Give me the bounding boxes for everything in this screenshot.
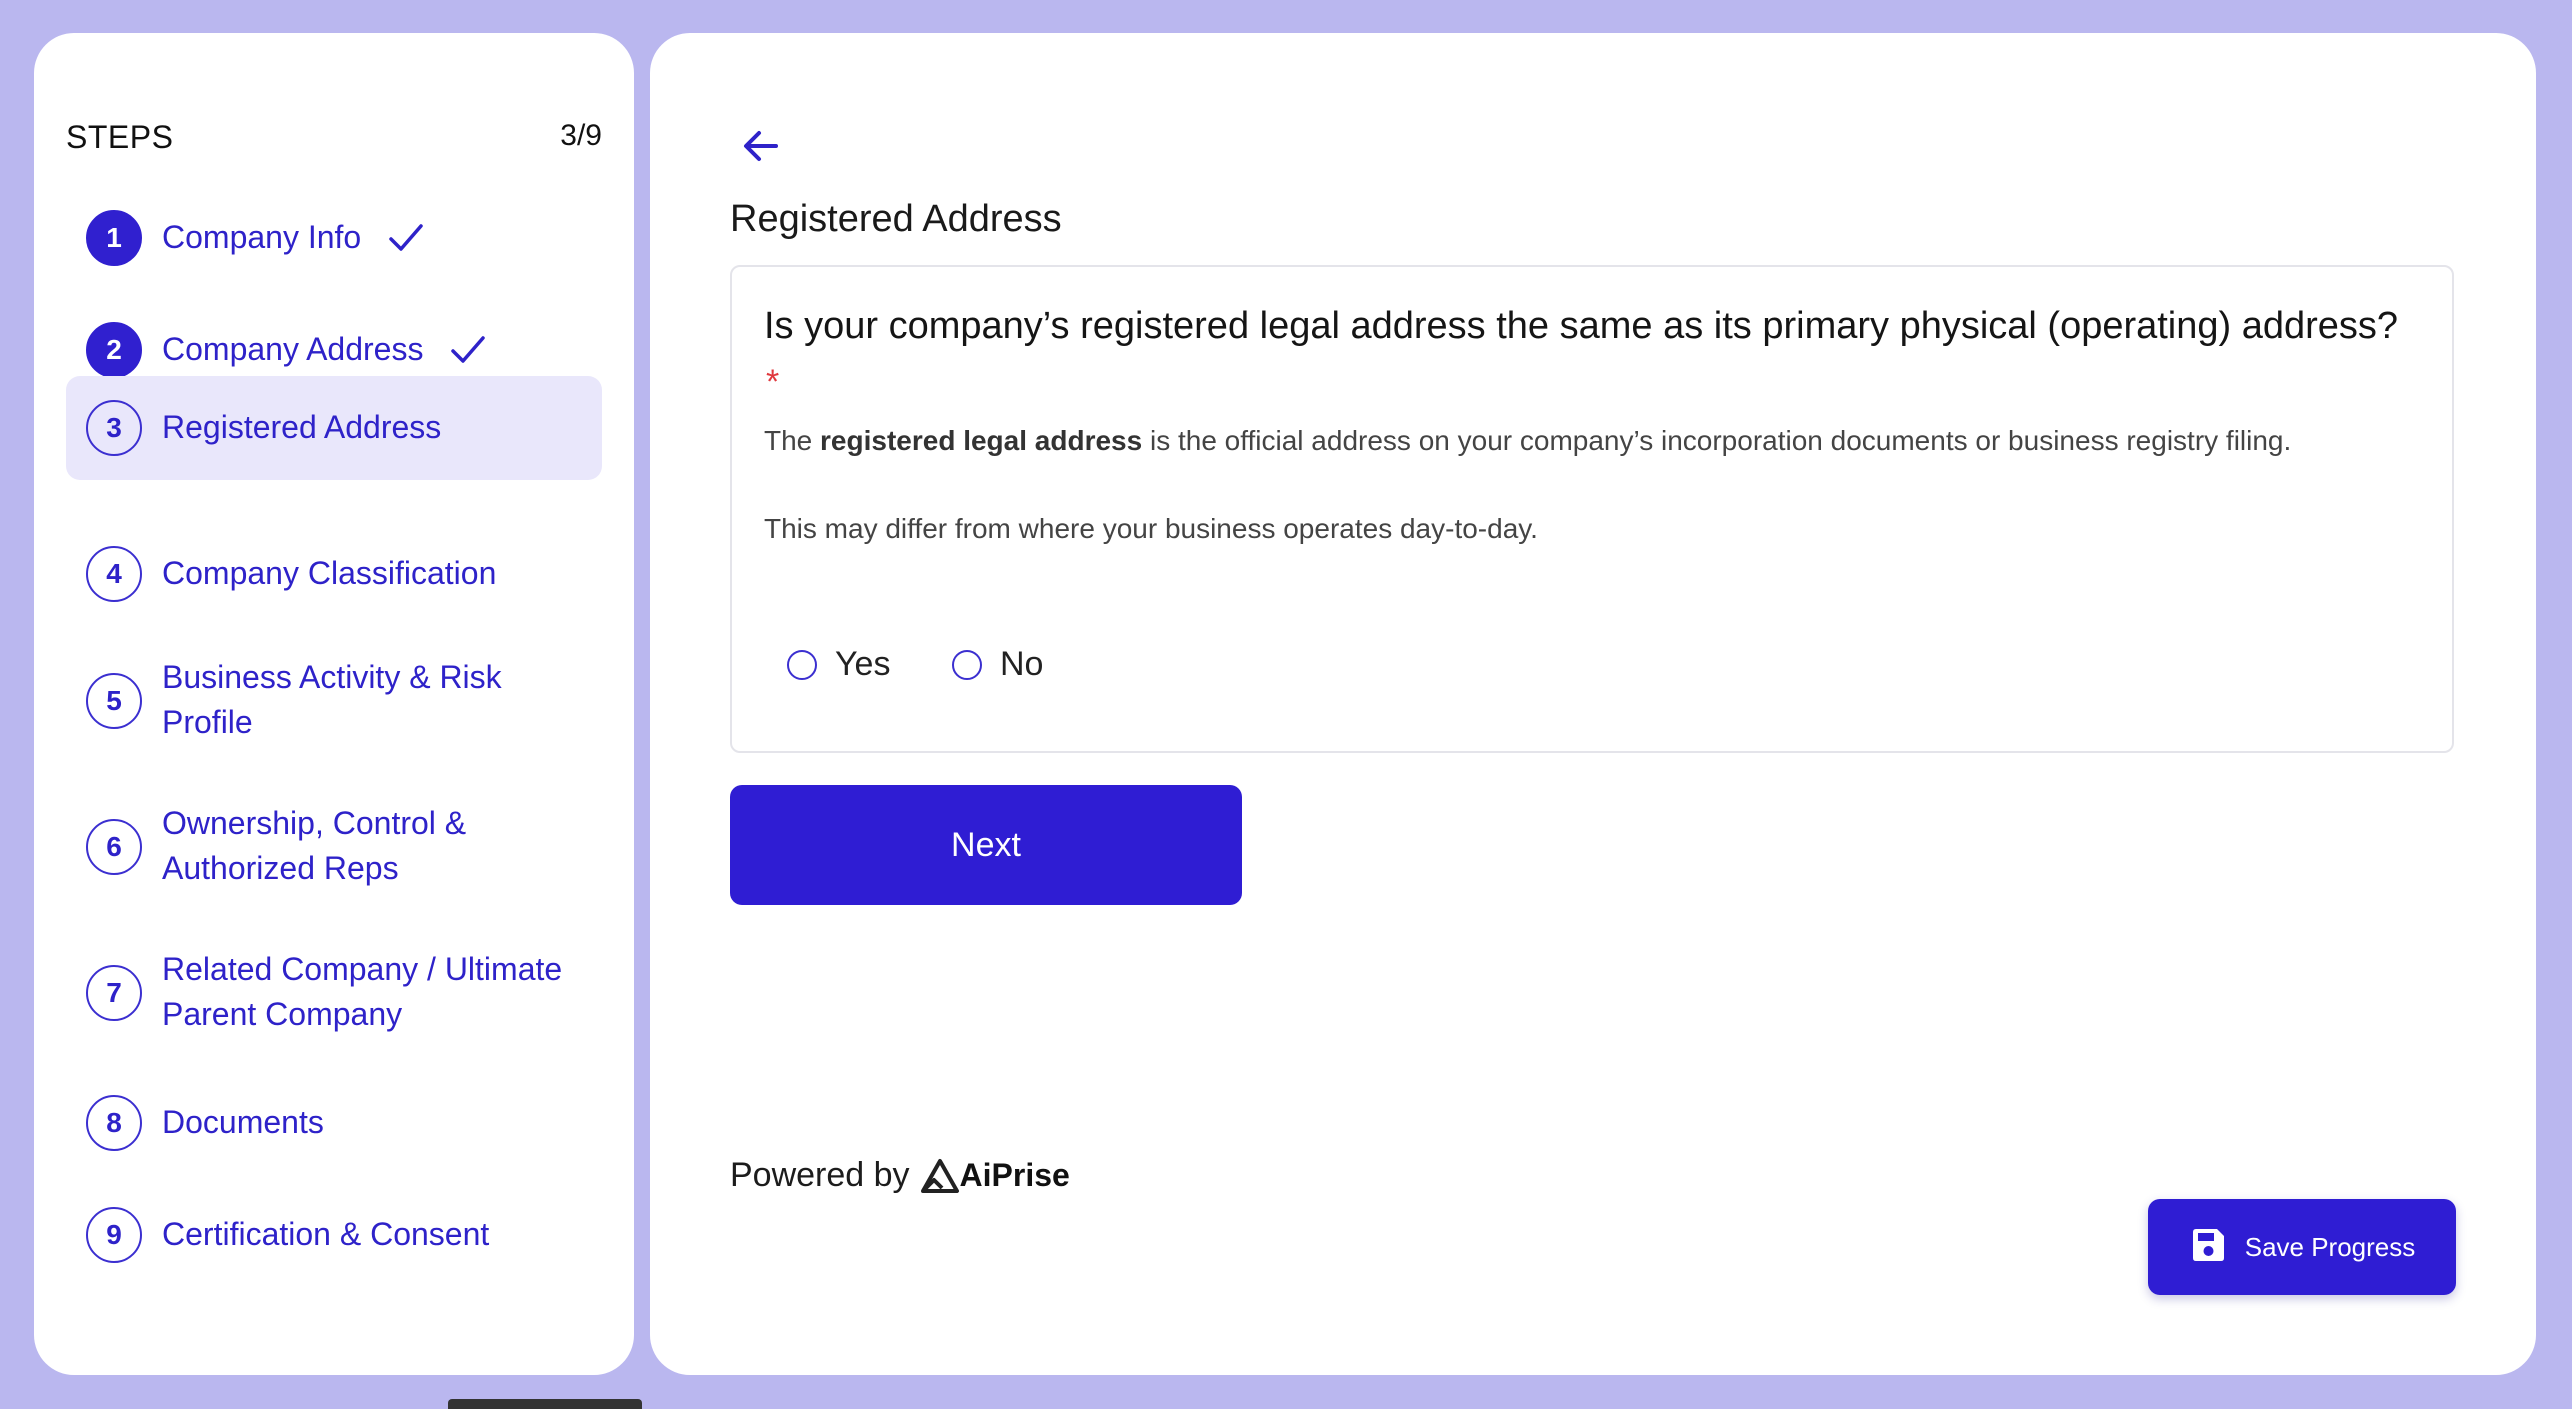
radio-label: Yes [835, 645, 891, 683]
step-number: 9 [86, 1207, 142, 1263]
powered-by: Powered by AiPrise [730, 1156, 1070, 1195]
required-mark: * [766, 363, 780, 401]
description-bold: registered legal address [820, 425, 1143, 456]
radio-no[interactable]: No [952, 645, 1043, 684]
steps-sidebar: STEPS 3/9 1 Company Info 2 Company Addre… [34, 33, 634, 1375]
step-number: 7 [86, 965, 142, 1021]
step-label: Company Info [162, 219, 362, 255]
steps-count: 3/9 [560, 119, 602, 152]
step-number: 5 [86, 673, 142, 729]
step-label-line1: Related Company / Ultimate [162, 951, 563, 987]
step-label-line2: Profile [162, 704, 253, 740]
step-number: 3 [86, 400, 142, 456]
step-number: 2 [86, 322, 142, 378]
radio-circle-icon[interactable] [952, 649, 982, 680]
bottom-handle [448, 1399, 642, 1409]
step-company-info[interactable]: 1 Company Info [66, 201, 602, 275]
step-label: Certification & Consent [162, 1216, 490, 1252]
step-label: Documents [162, 1104, 324, 1140]
aiprise-logo-icon [920, 1158, 959, 1193]
step-label: Company Classification [162, 555, 497, 591]
step-company-classification[interactable]: 4 Company Classification [66, 537, 602, 611]
save-progress-button[interactable]: Save Progress [2148, 1199, 2456, 1295]
step-number: 6 [86, 819, 142, 875]
step-label-line2: Authorized Reps [162, 850, 399, 886]
radio-circle-icon[interactable] [787, 649, 817, 680]
checkmark-icon [388, 221, 424, 266]
brand-name: AiPrise [959, 1157, 1070, 1193]
step-certification-consent[interactable]: 9 Certification & Consent [66, 1198, 602, 1272]
next-button[interactable]: Next [730, 785, 1242, 905]
radio-label: No [1000, 645, 1044, 683]
step-label: Registered Address [162, 409, 442, 445]
page-title: Registered Address [730, 198, 1062, 240]
checkmark-icon [450, 333, 486, 378]
step-label-line1: Ownership, Control & [162, 805, 467, 841]
step-number: 8 [86, 1095, 142, 1151]
step-label-line1: Business Activity & Risk [162, 659, 502, 695]
main-panel: Registered Address Is your company’s reg… [650, 33, 2536, 1375]
question-note: This may differ from where your business… [764, 513, 1538, 544]
powered-by-text: Powered by [730, 1156, 910, 1194]
step-number: 1 [86, 210, 142, 266]
radio-yes[interactable]: Yes [787, 645, 890, 684]
aiprise-logo: AiPrise [920, 1157, 1070, 1194]
step-number: 4 [86, 546, 142, 602]
step-registered-address[interactable]: 3 Registered Address [66, 376, 602, 480]
step-label-line2: Parent Company [162, 996, 403, 1032]
step-business-activity[interactable]: 5 Business Activity & Risk Profile [66, 641, 602, 761]
step-documents[interactable]: 8 Documents [66, 1086, 602, 1160]
step-label: Company Address [162, 331, 424, 367]
question-description: The registered legal address is the offi… [764, 425, 2292, 456]
steps-title: STEPS [66, 119, 174, 155]
step-related-company[interactable]: 7 Related Company / Ultimate Parent Comp… [66, 933, 602, 1053]
save-progress-label: Save Progress [2244, 1231, 2416, 1262]
question-card: Is your company’s registered legal addre… [730, 265, 2454, 753]
question-text: Is your company’s registered legal addre… [764, 305, 2399, 347]
back-arrow-icon[interactable] [738, 123, 784, 169]
step-ownership-control[interactable]: 6 Ownership, Control & Authorized Reps [66, 787, 602, 907]
floppy-disk-icon [2189, 1226, 2227, 1269]
